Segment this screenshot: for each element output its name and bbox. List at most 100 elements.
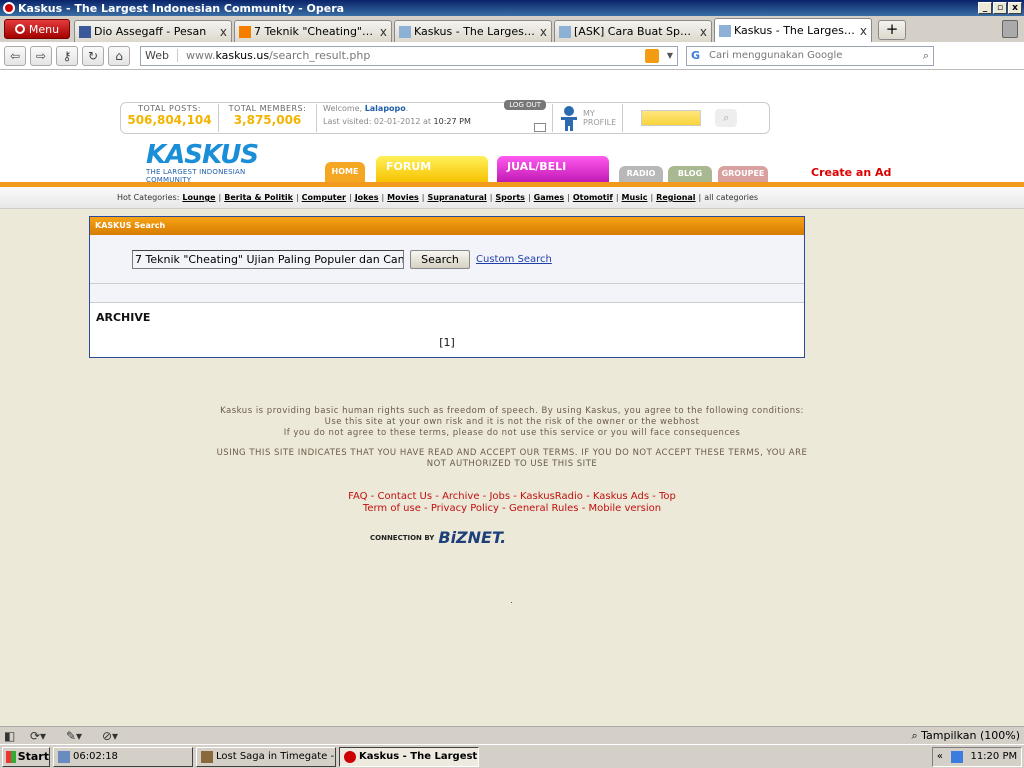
nav-blog-tab[interactable]: BLOG — [668, 166, 712, 182]
turbo-icon[interactable]: ⊘▾ — [102, 729, 126, 743]
zoom-label: Tampilkan (100%) — [921, 728, 1020, 742]
contact-us-link[interactable]: Contact Us — [377, 491, 432, 502]
header-search-input[interactable] — [641, 110, 702, 126]
menu-label: Menu — [28, 22, 60, 36]
close-tab-icon[interactable]: x — [540, 25, 547, 39]
nav-radio-tab[interactable]: RADIO — [619, 166, 663, 182]
kaskus-ads-link[interactable]: Kaskus Ads — [593, 491, 649, 502]
total-posts: TOTAL POSTS: 506,804,104 — [121, 104, 219, 132]
trash-icon[interactable] — [1002, 20, 1018, 38]
address-field[interactable]: Web www.kaskus.us/search_result.php ▼ — [140, 45, 678, 66]
mobile-version-link[interactable]: Mobile version — [588, 503, 661, 514]
key-icon[interactable]: ⚷ — [56, 45, 78, 66]
general-rules-link[interactable]: General Rules — [509, 503, 579, 514]
terms-line: NOT AUTHORIZED TO USE THIS SITE — [426, 459, 598, 469]
tab-facebook[interactable]: Dio Assegaff - Pesan x — [74, 20, 232, 42]
stats-box: TOTAL POSTS: 506,804,104 TOTAL MEMBERS: … — [120, 100, 770, 134]
custom-search-link[interactable]: Custom Search — [476, 254, 552, 265]
sync-icon[interactable]: ⟳▾ — [30, 729, 54, 743]
welcome-prefix: Welcome, — [323, 104, 365, 113]
jobs-link[interactable]: Jobs — [489, 491, 510, 502]
last-visited: Last visited: 02-01-2012 at 10:27 PM — [323, 117, 552, 126]
search-button[interactable]: Search — [410, 249, 470, 269]
total-posts-label: TOTAL POSTS: — [138, 104, 201, 113]
tab-ask[interactable]: [ASK] Cara Buat Spoiler ... x — [554, 20, 712, 42]
tray-expand-icon[interactable]: « — [937, 751, 943, 762]
privacy-policy-link[interactable]: Privacy Policy — [431, 503, 499, 514]
zoom-icon: ⌕ — [911, 728, 918, 742]
kaskus-logo[interactable]: KASKUS THE LARGEST INDONESIAN COMMUNITY — [146, 142, 288, 184]
reload-button[interactable]: ↻ — [82, 45, 104, 66]
taskbar-item-opera[interactable]: Kaskus - The Largest ... — [339, 746, 479, 767]
tab-kaskus-1[interactable]: Kaskus - The Largest Ind... x — [394, 20, 552, 42]
page-number-link[interactable]: [1] — [90, 336, 804, 349]
category-link[interactable]: Supranatural — [427, 193, 486, 202]
category-link[interactable]: Regional — [656, 193, 695, 202]
maximize-button[interactable]: ▫ — [993, 2, 1007, 14]
tab-label: Dio Assegaff - Pesan — [94, 25, 207, 38]
nav-jualbeli-tab[interactable]: JUAL/BELI — [497, 156, 609, 182]
archive-link[interactable]: Archive — [442, 491, 479, 502]
nav-groupee-tab[interactable]: GROUPEE — [718, 166, 768, 182]
minimize-button[interactable]: _ — [978, 2, 992, 14]
start-button[interactable]: Start — [2, 746, 50, 767]
category-link[interactable]: Games — [534, 193, 565, 202]
category-link[interactable]: Berita & Politik — [224, 193, 293, 202]
close-tab-icon[interactable]: x — [700, 25, 707, 39]
google-icon[interactable]: G — [691, 49, 705, 63]
create-ad-link[interactable]: Create an Ad — [811, 166, 891, 179]
back-button[interactable]: ⇦ — [4, 45, 26, 66]
category-link[interactable]: Lounge — [182, 193, 215, 202]
search-icon[interactable]: ⌕ — [715, 109, 738, 127]
nav-forum-tab[interactable]: FORUM — [376, 156, 488, 182]
disclaimer-line: If you do not agree to these terms, plea… — [283, 428, 741, 438]
search-field[interactable]: G Cari menggunakan Google ⌕ — [686, 45, 934, 66]
close-window-button[interactable]: x — [1008, 2, 1022, 14]
forward-button[interactable]: ⇨ — [30, 45, 52, 66]
close-tab-icon[interactable]: x — [380, 25, 387, 39]
close-tab-icon[interactable]: x — [860, 24, 867, 38]
tools-icon[interactable]: ✎▾ — [66, 729, 90, 743]
address-toolbar: ⇦ ⇨ ⚷ ↻ ⌂ Web www.kaskus.us/search_resul… — [0, 42, 1024, 70]
tab-blogger[interactable]: 7 Teknik "Cheating" Ujia... x — [234, 20, 392, 42]
category-link[interactable]: Music — [622, 193, 648, 202]
taskbar-item-lostsaga[interactable]: Lost Saga in Timegate - ... — [196, 746, 336, 767]
close-tab-icon[interactable]: x — [220, 25, 227, 39]
network-icon[interactable] — [950, 750, 963, 763]
web-chip: Web — [145, 49, 178, 62]
panel-toggle-icon[interactable]: ◧ — [4, 729, 18, 743]
logout-button[interactable]: LOG OUT — [504, 100, 546, 110]
opera-menu-button[interactable]: Menu — [4, 19, 70, 39]
category-link[interactable]: Movies — [387, 193, 419, 202]
nav-home-tab[interactable]: HOME — [325, 162, 365, 182]
opera-icon — [344, 750, 356, 763]
username-link[interactable]: Lalapopo — [365, 104, 406, 113]
new-tab-button[interactable]: + — [878, 20, 906, 40]
url-domain: kaskus.us — [215, 49, 270, 62]
category-link[interactable]: Sports — [495, 193, 525, 202]
tab-label: Kaskus - The Largest Ind... — [734, 24, 856, 37]
url-prefix: www. — [185, 49, 216, 62]
facebook-icon — [79, 25, 91, 38]
taskbar-item-timer[interactable]: 06:02:18 — [53, 746, 193, 767]
faq-link[interactable]: FAQ — [348, 491, 367, 502]
kaskus-radio-link[interactable]: KaskusRadio — [520, 491, 583, 502]
top-link[interactable]: Top — [659, 491, 676, 502]
rss-icon[interactable] — [645, 48, 659, 63]
my-profile-link[interactable]: MY PROFILE — [553, 104, 624, 132]
category-link[interactable]: Jokes — [355, 193, 379, 202]
search-query-input[interactable]: 7 Teknik "Cheating" Ujian Paling Populer… — [132, 249, 404, 269]
category-link[interactable]: Computer — [302, 193, 346, 202]
mail-icon[interactable] — [534, 123, 546, 132]
biznet-logo[interactable]: CONNECTION BY BiZNET. — [370, 528, 506, 547]
term-of-use-link[interactable]: Term of use — [363, 503, 421, 514]
category-link[interactable]: Otomotif — [573, 193, 613, 202]
search-icon[interactable]: ⌕ — [923, 49, 929, 63]
zoom-control[interactable]: ⌕ Tampilkan (100%) — [911, 729, 1020, 743]
chevron-down-icon[interactable]: ▼ — [667, 51, 673, 60]
tab-kaskus-active[interactable]: Kaskus - The Largest Ind... x — [714, 18, 872, 42]
clock[interactable]: 11:20 PM — [970, 751, 1017, 762]
home-button[interactable]: ⌂ — [108, 45, 130, 66]
my-profile-label: MY PROFILE — [583, 109, 616, 127]
all-categories-link[interactable]: all categories — [704, 193, 758, 202]
